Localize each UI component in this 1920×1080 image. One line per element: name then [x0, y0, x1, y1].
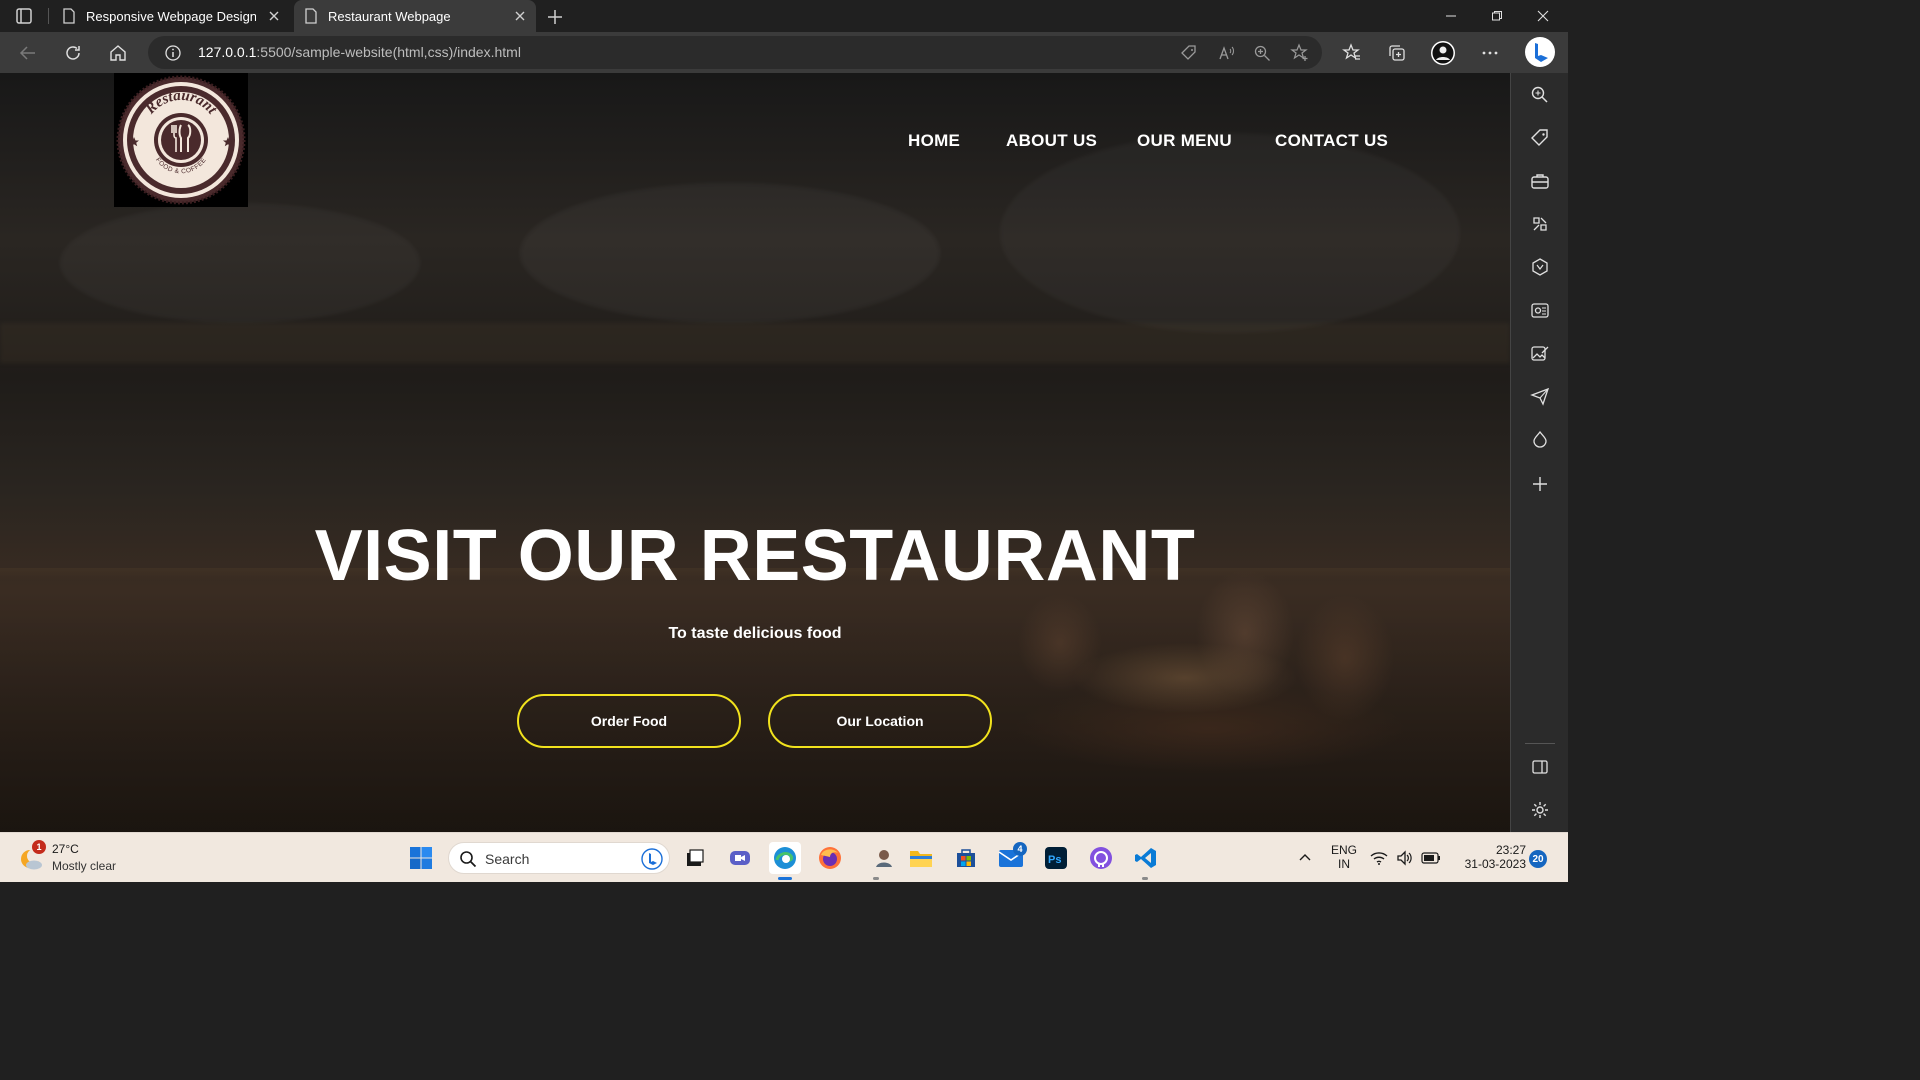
search-label: Search: [485, 851, 530, 867]
weather-widget[interactable]: 1 27°C Mostly clear: [18, 840, 158, 875]
tab-title: Restaurant Webpage: [328, 8, 451, 24]
page-icon: [62, 8, 76, 24]
close-icon[interactable]: [512, 8, 528, 24]
background-bokeh: [1000, 133, 1460, 333]
site-info-icon[interactable]: [163, 43, 183, 63]
close-icon[interactable]: [266, 8, 282, 24]
microsoft-store-icon[interactable]: [950, 842, 982, 874]
browser-toolbar: 127.0.0.1:5500/sample-website(html,css)/…: [0, 32, 1568, 73]
weather-temp: 27°C: [52, 842, 79, 856]
background-bokeh: [60, 203, 420, 323]
file-explorer-icon[interactable]: [905, 842, 937, 874]
drop-icon[interactable]: [1528, 427, 1552, 451]
weather-condition: Mostly clear: [52, 859, 117, 873]
vscode-icon[interactable]: [1130, 842, 1162, 874]
background-bokeh: [520, 183, 940, 323]
profile-avatar[interactable]: [1430, 40, 1456, 66]
home-icon[interactable]: [105, 40, 131, 66]
back-arrow-icon[interactable]: [15, 40, 41, 66]
notification-count-badge[interactable]: 20: [1529, 850, 1547, 868]
language-line2: IN: [1338, 857, 1350, 871]
wifi-icon[interactable]: [1367, 842, 1391, 874]
outlook-icon[interactable]: [1528, 298, 1552, 322]
image-creator-icon[interactable]: [1528, 341, 1552, 365]
shopping-tag-icon[interactable]: [1528, 126, 1552, 150]
hero-title: VISIT OUR RESTAURANT: [314, 516, 1196, 596]
open-app-indicator: [873, 877, 879, 880]
settings-gear-icon[interactable]: [1528, 798, 1552, 822]
video-call-icon[interactable]: [724, 842, 756, 874]
windows-start-icon[interactable]: [405, 842, 437, 874]
address-bar[interactable]: 127.0.0.1:5500/sample-website(html,css)/…: [148, 36, 1322, 69]
app-avatar-icon[interactable]: [868, 842, 900, 874]
nav-contact-us[interactable]: CONTACT US: [1275, 131, 1388, 151]
mail-badge: 4: [1013, 842, 1027, 856]
nav-our-menu[interactable]: OUR MENU: [1137, 131, 1232, 151]
send-icon[interactable]: [1528, 384, 1552, 408]
tab-responsive-webpage-design[interactable]: Responsive Webpage Design: [52, 0, 290, 32]
clock-time: 23:27: [1495, 843, 1526, 857]
search-icon: [460, 851, 477, 868]
page-icon: [304, 8, 318, 24]
more-options-icon[interactable]: [1477, 40, 1503, 66]
github-icon[interactable]: [1085, 842, 1117, 874]
clock-date: 31-03-2023: [1464, 857, 1526, 871]
open-app-indicator: [1142, 877, 1148, 880]
sidebar-divider: [1525, 743, 1555, 744]
page-viewport: Restaurant FOOD & COFFEE HOME ABOUT US O…: [0, 73, 1510, 832]
browser-tab-strip: Responsive Webpage Design Restaurant Web…: [0, 0, 1568, 32]
nav-about-us[interactable]: ABOUT US: [1006, 131, 1097, 151]
bing-icon: [641, 848, 663, 870]
photoshop-icon[interactable]: Ps: [1040, 842, 1072, 874]
bing-chat-icon[interactable]: [1524, 36, 1556, 68]
our-location-button[interactable]: Our Location: [768, 694, 992, 748]
new-tab-icon[interactable]: [544, 6, 566, 28]
order-food-button[interactable]: Order Food: [517, 694, 741, 748]
nav-home[interactable]: HOME: [908, 131, 960, 151]
volume-icon[interactable]: [1393, 842, 1417, 874]
split-screen-icon[interactable]: [1528, 755, 1552, 779]
edge-browser-icon[interactable]: [769, 842, 801, 874]
tab-restaurant-webpage[interactable]: Restaurant Webpage: [294, 0, 536, 32]
task-view-icon[interactable]: [679, 842, 711, 874]
minimize-icon[interactable]: [1428, 4, 1474, 28]
language-line1: ENG: [1330, 843, 1357, 857]
tools-briefcase-icon[interactable]: [1528, 169, 1552, 193]
close-window-icon[interactable]: [1520, 4, 1566, 28]
edge-sidebar: [1510, 73, 1568, 832]
active-app-indicator: [778, 877, 792, 880]
refresh-icon[interactable]: [60, 40, 86, 66]
url-text[interactable]: 127.0.0.1:5500/sample-website(html,css)/…: [198, 44, 521, 60]
chevron-up-icon[interactable]: [1289, 842, 1321, 874]
taskbar-search[interactable]: Search: [448, 842, 670, 874]
main-nav: HOME ABOUT US OUR MENU CONTACT US: [0, 131, 1510, 155]
microsoft-365-icon[interactable]: [1528, 255, 1552, 279]
favorites-icon[interactable]: [1339, 40, 1365, 66]
add-favorite-icon[interactable]: [1290, 43, 1310, 63]
read-aloud-icon[interactable]: [1216, 43, 1236, 63]
background-bokeh: [0, 323, 1510, 363]
games-icon[interactable]: [1528, 212, 1552, 236]
url-host: 127.0.0.1: [198, 44, 257, 60]
restore-icon[interactable]: [1474, 4, 1520, 28]
tag-icon[interactable]: [1179, 43, 1199, 63]
collections-icon[interactable]: [1384, 40, 1410, 66]
url-path: :5500/sample-website(html,css)/index.htm…: [256, 44, 521, 60]
hero-subtitle: To taste delicious food: [668, 625, 842, 642]
tab-actions-icon[interactable]: [12, 6, 36, 26]
zoom-icon[interactable]: [1252, 43, 1272, 63]
weather-alert-badge: 1: [32, 840, 46, 854]
windows-taskbar: 1 27°C Mostly clear Search 4 Ps ENG IN 2…: [0, 832, 1568, 882]
clock[interactable]: 23:27 31-03-2023: [1450, 843, 1526, 871]
firefox-icon[interactable]: [814, 842, 846, 874]
svg-text:Ps: Ps: [1048, 854, 1061, 866]
tab-title: Responsive Webpage Design: [86, 8, 256, 24]
battery-icon[interactable]: [1419, 842, 1443, 874]
add-icon[interactable]: [1528, 472, 1552, 496]
language-indicator[interactable]: ENG IN: [1324, 843, 1364, 871]
search-icon[interactable]: [1528, 83, 1552, 107]
